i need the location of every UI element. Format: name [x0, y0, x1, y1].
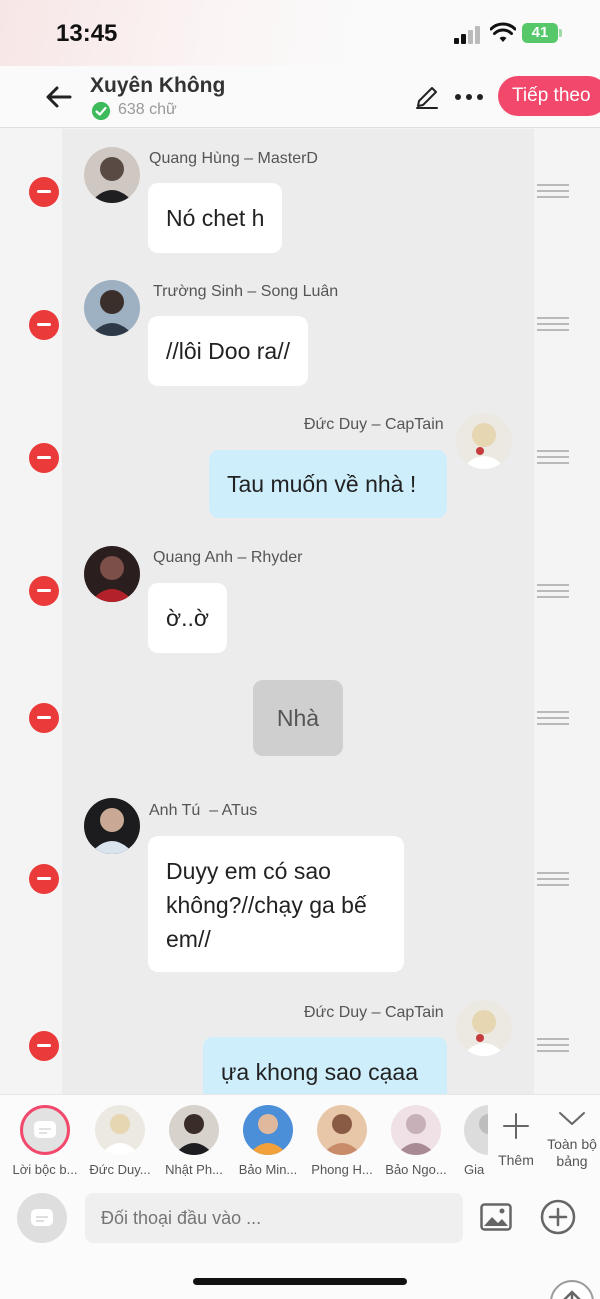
character-label: Gia [464, 1162, 485, 1177]
battery-icon: 41 [522, 23, 562, 43]
arrow-up-icon [563, 1290, 581, 1299]
editor-header: Xuyên Không 638 chữ Tiếp theo [0, 66, 600, 128]
message-bubble[interactable]: Tau muốn về nhà ! [209, 450, 447, 518]
character-label: Đức Duy... [89, 1162, 151, 1177]
drag-handle-icon[interactable] [537, 184, 569, 200]
word-count: 638 chữ [118, 101, 177, 118]
chat-area[interactable]: Quang Hùng – MasterD Nó chet h Trường Si… [0, 129, 600, 1094]
dialog-input[interactable] [85, 1193, 463, 1243]
back-arrow-icon[interactable] [42, 80, 76, 114]
character-avatar [464, 1105, 488, 1155]
message-bubble[interactable]: ờ..ờ [148, 583, 227, 653]
speaker-name: Quang Anh – Rhyder [153, 549, 303, 566]
character-bar: Lời bộc b... Đức Duy... Nhật Ph... Bảo M… [0, 1094, 600, 1182]
message-bubble[interactable]: Duyy em có sao không?//chạy ga bế em// [148, 836, 404, 972]
story-title: Xuyên Không [90, 74, 226, 97]
message-bubble[interactable]: ựa khong sao cạaa [203, 1037, 447, 1094]
narration-bubble[interactable]: Nhà [253, 680, 343, 756]
drag-handle-icon[interactable] [537, 584, 569, 600]
show-all-label: Toàn bộ bảng [547, 1136, 597, 1169]
message-bubble[interactable]: //lôi Doo ra// [148, 316, 308, 386]
avatar[interactable] [84, 280, 140, 336]
avatar[interactable] [456, 413, 512, 469]
message-bubble[interactable]: Nó chet h [148, 183, 283, 253]
message-icon [31, 1209, 53, 1226]
character-label: Bảo Min... [238, 1162, 298, 1177]
character-label: Nhật Ph... [165, 1162, 223, 1177]
character-item[interactable]: Nhật Ph... [158, 1105, 230, 1177]
drag-handle-icon[interactable] [537, 711, 569, 727]
narration-mode-button[interactable] [17, 1193, 67, 1243]
signal-icon [454, 26, 484, 44]
character-label: Bảo Ngo... [385, 1162, 447, 1177]
speaker-name: Trường Sinh – Song Luân [153, 283, 339, 300]
remove-message-button[interactable] [29, 443, 59, 473]
avatar[interactable] [456, 1000, 512, 1056]
narrator-icon [20, 1105, 70, 1155]
character-item[interactable]: Đức Duy... [84, 1105, 156, 1177]
add-character-button[interactable]: Thêm [496, 1111, 536, 1168]
remove-message-button[interactable] [29, 576, 59, 606]
speaker-name: Quang Hùng – MasterD [149, 150, 318, 167]
home-indicator [193, 1278, 407, 1285]
chevron-down-icon [559, 1112, 585, 1125]
verified-check-icon [92, 102, 110, 120]
avatar[interactable] [84, 546, 140, 602]
image-icon[interactable] [480, 1203, 512, 1231]
speaker-name: Đức Duy – CapTain [304, 1004, 444, 1021]
character-avatar [95, 1105, 145, 1155]
show-all-toggle[interactable]: Toàn bộ bảng [544, 1107, 600, 1170]
remove-message-button[interactable] [29, 1031, 59, 1061]
add-character-label: Thêm [498, 1152, 534, 1168]
speaker-name: Đức Duy – CapTain [304, 416, 444, 433]
character-avatar [169, 1105, 219, 1155]
speaker-name: Anh Tú – ATus [149, 802, 258, 819]
character-item[interactable]: Phong H... [306, 1105, 378, 1177]
character-narrator[interactable]: Lời bộc b... [9, 1105, 81, 1177]
drag-handle-icon[interactable] [537, 872, 569, 888]
status-time: 13:45 [56, 20, 118, 47]
drag-handle-icon[interactable] [537, 317, 569, 333]
remove-message-button[interactable] [29, 177, 59, 207]
next-button[interactable]: Tiếp theo [498, 76, 600, 116]
avatar[interactable] [84, 147, 140, 203]
character-label: Phong H... [311, 1162, 373, 1177]
character-avatar [317, 1105, 367, 1155]
remove-message-button[interactable] [29, 310, 59, 340]
status-bar: 13:45 41 [0, 0, 600, 66]
character-label: Lời bộc b... [12, 1162, 78, 1177]
scroll-top-button[interactable] [550, 1280, 594, 1299]
character-avatar [391, 1105, 441, 1155]
drag-handle-icon[interactable] [537, 450, 569, 466]
avatar[interactable] [84, 798, 140, 854]
character-avatar [243, 1105, 293, 1155]
character-item[interactable]: Bảo Min... [232, 1105, 304, 1177]
remove-message-button[interactable] [29, 864, 59, 894]
character-item[interactable]: Gia [452, 1105, 488, 1177]
add-circle-icon[interactable] [540, 1199, 576, 1235]
character-item[interactable]: Bảo Ngo... [380, 1105, 452, 1177]
more-options-icon[interactable] [453, 84, 485, 110]
remove-message-button[interactable] [29, 703, 59, 733]
input-row [0, 1182, 600, 1299]
drag-handle-icon[interactable] [537, 1038, 569, 1054]
plus-icon [503, 1113, 529, 1139]
wifi-icon [490, 22, 516, 42]
edit-pencil-icon[interactable] [414, 84, 440, 110]
